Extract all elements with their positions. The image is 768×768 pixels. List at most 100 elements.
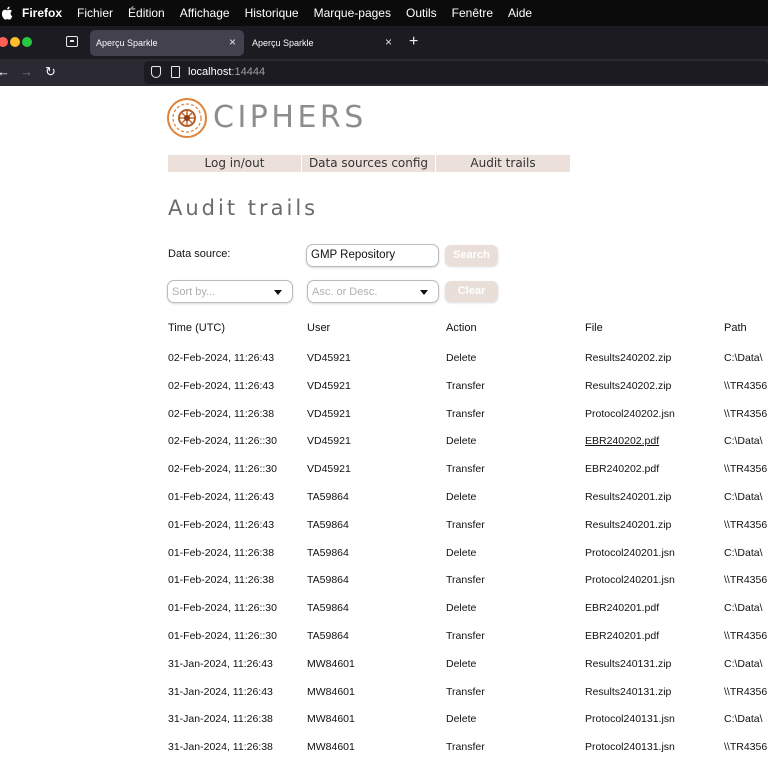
cell-file: Results240131.zip bbox=[585, 658, 672, 670]
column-header-file: File bbox=[585, 322, 603, 334]
cell-file: Results240202.zip bbox=[585, 352, 672, 364]
cell-path: \\TR4356 bbox=[724, 574, 768, 586]
tab-close-icon[interactable]: × bbox=[229, 35, 236, 49]
cell-time: 01-Feb-2024, 11:26::30 bbox=[168, 630, 277, 642]
menu-aide[interactable]: Aide bbox=[508, 6, 532, 20]
menu-fenetre[interactable]: Fenêtre bbox=[452, 6, 493, 20]
cell-user: MW84601 bbox=[307, 741, 355, 753]
column-header-action: Action bbox=[446, 322, 477, 334]
apple-icon[interactable] bbox=[0, 6, 14, 20]
order-select[interactable]: Asc. or Desc. bbox=[307, 280, 439, 303]
cell-path: C:\Data\ bbox=[724, 713, 763, 725]
forward-icon[interactable]: → bbox=[20, 64, 33, 79]
cell-user: VD45921 bbox=[307, 463, 351, 475]
data-source-input[interactable]: GMP Repository bbox=[306, 244, 439, 267]
menu-edition[interactable]: Édition bbox=[128, 6, 165, 20]
cell-file: Protocol240202.jsn bbox=[585, 408, 675, 420]
cell-user: VD45921 bbox=[307, 435, 351, 447]
cell-path: C:\Data\ bbox=[724, 435, 763, 447]
cell-time: 02-Feb-2024, 11:26:43 bbox=[168, 352, 275, 364]
cell-time: 02-Feb-2024, 11:26::30 bbox=[168, 463, 277, 475]
cell-path: C:\Data\ bbox=[724, 352, 763, 364]
cell-user: TA59864 bbox=[307, 491, 349, 503]
cell-path: C:\Data\ bbox=[724, 658, 763, 670]
back-icon[interactable]: ← bbox=[0, 64, 10, 79]
chevron-down-icon bbox=[420, 290, 428, 295]
cell-action: Transfer bbox=[446, 408, 485, 420]
cell-file[interactable]: EBR240202.pdf bbox=[585, 435, 659, 447]
cell-path: \\TR4356 bbox=[724, 630, 768, 642]
window-minimize-button[interactable] bbox=[10, 37, 20, 47]
search-button[interactable]: Search bbox=[445, 245, 498, 266]
menu-affichage[interactable]: Affichage bbox=[180, 6, 230, 20]
cell-action: Transfer bbox=[446, 686, 485, 698]
cell-action: Delete bbox=[446, 352, 477, 364]
nav-data-sources[interactable]: Data sources config bbox=[302, 155, 436, 172]
cell-action: Delete bbox=[446, 491, 477, 503]
cell-path: \\TR4356 bbox=[724, 380, 768, 392]
chevron-down-icon bbox=[274, 290, 282, 295]
cell-user: VD45921 bbox=[307, 380, 351, 392]
window-close-button[interactable] bbox=[0, 37, 8, 47]
cell-time: 01-Feb-2024, 11:26:38 bbox=[168, 574, 275, 586]
cell-time: 02-Feb-2024, 11:26:38 bbox=[168, 408, 275, 420]
main-nav: Log in/out Data sources config Audit tra… bbox=[168, 155, 570, 172]
page-icon bbox=[171, 66, 180, 78]
cell-file: Protocol240131.jsn bbox=[585, 741, 675, 753]
cell-user: MW84601 bbox=[307, 658, 355, 670]
cell-file: EBR240201.pdf bbox=[585, 602, 660, 614]
cell-action: Transfer bbox=[446, 463, 485, 475]
nav-audit-trails[interactable]: Audit trails bbox=[436, 155, 570, 172]
new-tab-icon[interactable]: + bbox=[409, 33, 418, 51]
brand-name: CIPHERS bbox=[213, 100, 367, 135]
column-header-time: Time (UTC) bbox=[168, 322, 226, 334]
menu-marque-pages[interactable]: Marque-pages bbox=[314, 6, 391, 20]
cell-time: 31-Jan-2024, 11:26:38 bbox=[168, 741, 273, 753]
cell-path: \\TR4356 bbox=[724, 408, 768, 420]
sort-by-select[interactable]: Sort by... bbox=[167, 280, 293, 303]
menu-firefox[interactable]: Firefox bbox=[22, 6, 62, 20]
cell-file: Results240201.zip bbox=[585, 491, 672, 503]
cell-time: 01-Feb-2024, 11:26:38 bbox=[168, 547, 275, 559]
sort-by-placeholder: Sort by... bbox=[172, 286, 216, 298]
shield-icon[interactable] bbox=[151, 66, 161, 78]
clear-button[interactable]: Clear bbox=[445, 281, 498, 302]
menu-historique[interactable]: Historique bbox=[245, 6, 299, 20]
cell-path: C:\Data\ bbox=[724, 602, 763, 614]
tab-overview-icon[interactable] bbox=[66, 36, 78, 47]
cell-time: 01-Feb-2024, 11:26::30 bbox=[168, 602, 277, 614]
tab-active[interactable]: Aperçu Sparkle × bbox=[90, 30, 244, 56]
column-header-path: Path bbox=[724, 322, 747, 334]
cell-time: 01-Feb-2024, 11:26:43 bbox=[168, 491, 275, 503]
cell-action: Transfer bbox=[446, 630, 485, 642]
cell-time: 31-Jan-2024, 11:26:43 bbox=[168, 658, 273, 670]
cell-file: Protocol240201.jsn bbox=[585, 574, 675, 586]
cell-action: Transfer bbox=[446, 380, 485, 392]
page-title: Audit trails bbox=[168, 196, 319, 220]
reload-icon[interactable]: ↻ bbox=[45, 64, 56, 80]
url-field[interactable]: localhost:14444 bbox=[144, 61, 768, 84]
tab-inactive[interactable]: Aperçu Sparkle × bbox=[246, 30, 400, 56]
tab-title: Aperçu Sparkle bbox=[252, 38, 314, 48]
url-text[interactable]: localhost:14444 bbox=[188, 66, 265, 78]
cell-file: Protocol240201.jsn bbox=[585, 547, 675, 559]
cell-action: Delete bbox=[446, 547, 477, 559]
cell-user: TA59864 bbox=[307, 602, 349, 614]
cell-path: \\TR4356 bbox=[724, 463, 768, 475]
cell-time: 31-Jan-2024, 11:26:38 bbox=[168, 713, 273, 725]
cell-action: Delete bbox=[446, 658, 477, 670]
cell-user: MW84601 bbox=[307, 713, 355, 725]
window-zoom-button[interactable] bbox=[22, 37, 32, 47]
cell-file: EBR240201.pdf bbox=[585, 630, 660, 642]
cell-time: 02-Feb-2024, 11:26:43 bbox=[168, 380, 275, 392]
nav-login[interactable]: Log in/out bbox=[168, 155, 302, 172]
tab-close-icon[interactable]: × bbox=[385, 35, 392, 49]
menu-outils[interactable]: Outils bbox=[406, 6, 437, 20]
cell-action: Delete bbox=[446, 435, 477, 447]
logo-icon bbox=[167, 98, 207, 138]
cell-file: Results240131.zip bbox=[585, 686, 672, 698]
menu-fichier[interactable]: Fichier bbox=[77, 6, 113, 20]
cell-action: Delete bbox=[446, 713, 477, 725]
cell-time: 31-Jan-2024, 11:26:43 bbox=[168, 686, 273, 698]
cell-user: MW84601 bbox=[307, 686, 355, 698]
